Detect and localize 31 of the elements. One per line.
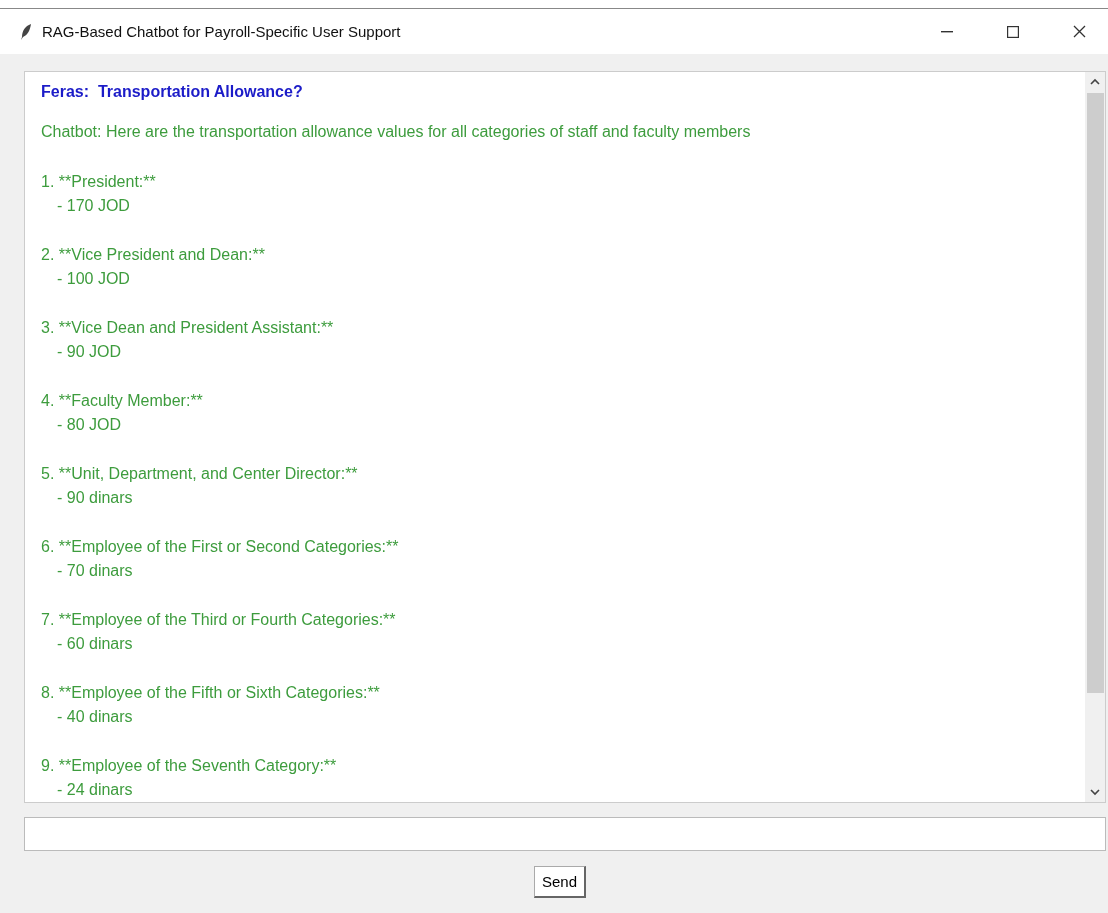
list-heading: 2. **Vice President and Dean:** bbox=[41, 245, 266, 265]
maximize-icon[interactable] bbox=[1007, 25, 1019, 38]
chat-message: Chatbot: Here are the transportation allowance values for all categories of staff and faculty members bbox=[41, 122, 752, 142]
list-value: - 40 dinars bbox=[56, 707, 134, 727]
list-value: - 90 JOD bbox=[56, 342, 122, 362]
send-button[interactable]: Send bbox=[533, 866, 586, 898]
scroll-down-icon[interactable] bbox=[1090, 789, 1100, 796]
list-heading: 9. **Employee of the Seventh Category:** bbox=[41, 756, 338, 776]
list-value: - 100 JOD bbox=[56, 269, 131, 289]
list-heading: 8. **Employee of the Fifth or Sixth Categories:** bbox=[41, 683, 381, 703]
list-heading: 1. **President:** bbox=[41, 172, 157, 192]
feather-icon bbox=[20, 22, 32, 41]
list-heading: 4. **Faculty Member:** bbox=[41, 391, 204, 411]
minimize-icon[interactable] bbox=[941, 30, 953, 33]
list-value: - 24 dinars bbox=[56, 780, 134, 800]
message-input[interactable] bbox=[24, 817, 1106, 851]
list-heading: 3. **Vice Dean and President Assistant:** bbox=[41, 318, 335, 338]
list-heading: 6. **Employee of the First or Second Categories:** bbox=[41, 537, 400, 557]
list-heading: 5. **Unit, Department, and Center Director:** bbox=[41, 464, 359, 484]
list-heading: 7. **Employee of the Third or Fourth Categories:** bbox=[41, 610, 397, 630]
close-icon[interactable] bbox=[1073, 25, 1086, 38]
list-value: - 70 dinars bbox=[56, 561, 134, 581]
list-value: - 90 dinars bbox=[56, 488, 134, 508]
list-value: - 80 JOD bbox=[56, 415, 122, 435]
list-value: - 170 JOD bbox=[56, 196, 131, 216]
list-value: - 60 dinars bbox=[56, 634, 134, 654]
chat-message: Feras: Transportation Allowance? bbox=[41, 82, 304, 102]
scrollbar[interactable] bbox=[1085, 72, 1105, 802]
window-title: RAG-Based Chatbot for Payroll-Specific User Support bbox=[42, 23, 401, 40]
scroll-up-icon[interactable] bbox=[1090, 78, 1100, 85]
scrollbar-thumb[interactable] bbox=[1086, 93, 1104, 693]
